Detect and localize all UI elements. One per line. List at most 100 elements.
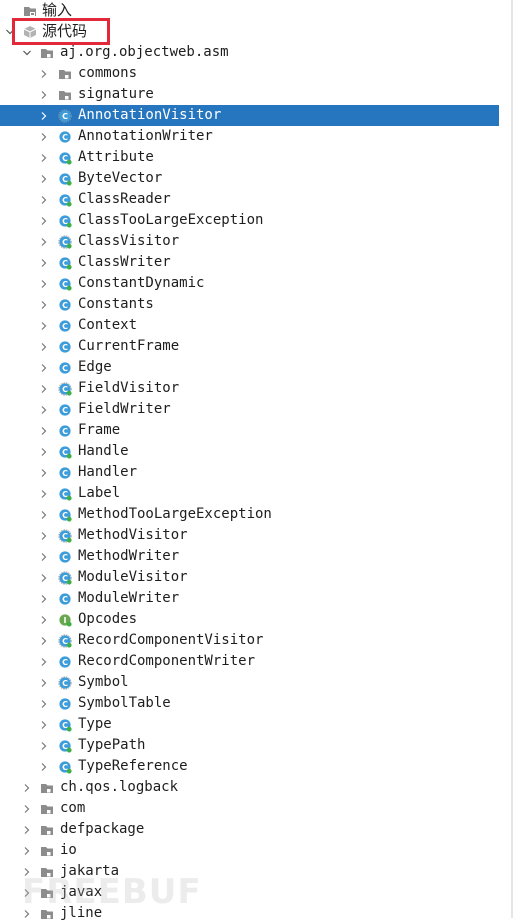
tree-node-label: io bbox=[60, 842, 77, 858]
tree-node-class[interactable]: C Symbol bbox=[0, 672, 499, 693]
tree-node-label: aj.org.objectweb.asm bbox=[60, 44, 229, 60]
chevron-right-icon[interactable] bbox=[38, 651, 50, 672]
tree-node-class[interactable]: C Constants bbox=[0, 294, 499, 315]
tree-node-subpackage[interactable]: commons bbox=[0, 63, 499, 84]
tree-node-class[interactable]: C ModuleVisitor bbox=[0, 567, 499, 588]
chevron-right-icon[interactable] bbox=[38, 126, 50, 147]
chevron-right-icon[interactable] bbox=[38, 462, 50, 483]
tree-node-class[interactable]: C ConstantDynamic bbox=[0, 273, 499, 294]
tree-node-label: AnnotationWriter bbox=[78, 128, 213, 144]
tree-node-class[interactable]: C ByteVector bbox=[0, 168, 499, 189]
tree-node-class[interactable]: C MethodWriter bbox=[0, 546, 499, 567]
chevron-right-icon[interactable] bbox=[21, 819, 33, 840]
tree-node-class[interactable]: C ClassTooLargeException bbox=[0, 210, 499, 231]
svg-text:C: C bbox=[62, 406, 68, 415]
chevron-right-icon[interactable] bbox=[38, 378, 50, 399]
chevron-right-icon[interactable] bbox=[21, 777, 33, 798]
tree-node-class[interactable]: C Context bbox=[0, 315, 499, 336]
chevron-right-icon[interactable] bbox=[38, 504, 50, 525]
package-folder-icon bbox=[39, 840, 55, 861]
tree-node-class[interactable]: C TypeReference bbox=[0, 756, 499, 777]
chevron-right-icon[interactable] bbox=[38, 567, 50, 588]
tree-node-class[interactable]: C AnnotationWriter bbox=[0, 126, 499, 147]
tree-node-class[interactable]: C SymbolTable bbox=[0, 693, 499, 714]
chevron-right-icon[interactable] bbox=[38, 252, 50, 273]
tree-node-class[interactable]: C Label bbox=[0, 483, 499, 504]
tree-node-class[interactable]: C MethodVisitor bbox=[0, 525, 499, 546]
chevron-right-icon[interactable] bbox=[38, 189, 50, 210]
chevron-right-icon[interactable] bbox=[38, 336, 50, 357]
tree-node-class[interactable]: C Frame bbox=[0, 420, 499, 441]
tree-node-label: Attribute bbox=[78, 149, 154, 165]
tree-node-label: TypePath bbox=[78, 737, 146, 753]
chevron-right-icon[interactable] bbox=[38, 357, 50, 378]
chevron-right-icon[interactable] bbox=[38, 84, 50, 105]
chevron-right-icon[interactable] bbox=[38, 420, 50, 441]
tree-node-class[interactable]: C ClassWriter bbox=[0, 252, 499, 273]
tree-node-label: FieldWriter bbox=[78, 401, 171, 417]
class-icon: C bbox=[57, 168, 73, 189]
tree-node-package[interactable]: ch.qos.logback bbox=[0, 777, 499, 798]
chevron-right-icon[interactable] bbox=[38, 546, 50, 567]
tree-node-class[interactable]: C FieldVisitor bbox=[0, 378, 499, 399]
svg-text:C: C bbox=[62, 322, 68, 331]
chevron-right-icon[interactable] bbox=[21, 798, 33, 819]
chevron-right-icon[interactable] bbox=[38, 714, 50, 735]
class-icon: C bbox=[57, 504, 73, 525]
chevron-right-icon[interactable] bbox=[38, 672, 50, 693]
tree-node-label: ClassTooLargeException bbox=[78, 212, 264, 228]
tree-node-class[interactable]: C Attribute bbox=[0, 147, 499, 168]
chevron-right-icon[interactable] bbox=[38, 735, 50, 756]
tree-node-class[interactable]: C FieldWriter bbox=[0, 399, 499, 420]
chevron-right-icon[interactable] bbox=[38, 231, 50, 252]
tree-node-label: Constants bbox=[78, 296, 154, 312]
chevron-right-icon[interactable] bbox=[38, 483, 50, 504]
chevron-right-icon[interactable] bbox=[38, 147, 50, 168]
tree-node-class[interactable]: C AnnotationVisitor bbox=[0, 105, 499, 126]
abstract-class-icon: C bbox=[57, 378, 73, 399]
tree-node-package[interactable]: defpackage bbox=[0, 819, 499, 840]
tree-node-subpackage[interactable]: signature bbox=[0, 84, 499, 105]
chevron-right-icon[interactable] bbox=[38, 588, 50, 609]
chevron-right-icon[interactable] bbox=[38, 756, 50, 777]
tree-node-class[interactable]: C MethodTooLargeException bbox=[0, 504, 499, 525]
tree-node-class[interactable]: C Type bbox=[0, 714, 499, 735]
chevron-right-icon[interactable] bbox=[21, 840, 33, 861]
tree-node-class[interactable]: C ModuleWriter bbox=[0, 588, 499, 609]
tree-node-class[interactable]: C Handle bbox=[0, 441, 499, 462]
svg-text:C: C bbox=[62, 301, 68, 310]
class-icon: C bbox=[57, 420, 73, 441]
chevron-right-icon[interactable] bbox=[38, 168, 50, 189]
svg-text:I: I bbox=[64, 616, 67, 625]
svg-text:C: C bbox=[62, 700, 68, 709]
tree-node-package[interactable]: com bbox=[0, 798, 499, 819]
chevron-right-icon[interactable] bbox=[38, 609, 50, 630]
chevron-right-icon[interactable] bbox=[38, 273, 50, 294]
svg-text:C: C bbox=[62, 679, 68, 688]
chevron-right-icon[interactable] bbox=[38, 63, 50, 84]
chevron-right-icon[interactable] bbox=[38, 210, 50, 231]
chevron-right-icon[interactable] bbox=[38, 525, 50, 546]
chevron-down-icon[interactable] bbox=[21, 42, 33, 63]
chevron-right-icon[interactable] bbox=[38, 294, 50, 315]
tree-node-class[interactable]: C CurrentFrame bbox=[0, 336, 499, 357]
tree-node-class[interactable]: C RecordComponentVisitor bbox=[0, 630, 499, 651]
tree-node-class[interactable]: C ClassReader bbox=[0, 189, 499, 210]
chevron-right-icon[interactable] bbox=[38, 399, 50, 420]
tree-node-class[interactable]: C Handler bbox=[0, 462, 499, 483]
tree-node-package[interactable]: io bbox=[0, 840, 499, 861]
abstract-class-icon: C bbox=[57, 672, 73, 693]
tree-node-class[interactable]: I Opcodes bbox=[0, 609, 499, 630]
chevron-right-icon[interactable] bbox=[38, 441, 50, 462]
chevron-right-icon[interactable] bbox=[38, 630, 50, 651]
annotation-highlight-box bbox=[12, 18, 110, 45]
chevron-right-icon[interactable] bbox=[38, 315, 50, 336]
tree-node-root-package[interactable]: aj.org.objectweb.asm bbox=[0, 42, 499, 63]
tree-node-class[interactable]: C RecordComponentWriter bbox=[0, 651, 499, 672]
chevron-right-icon[interactable] bbox=[38, 693, 50, 714]
tree-node-label: ClassVisitor bbox=[78, 233, 180, 249]
tree-node-class[interactable]: C Edge bbox=[0, 357, 499, 378]
chevron-right-icon[interactable] bbox=[38, 105, 50, 126]
tree-node-class[interactable]: C TypePath bbox=[0, 735, 499, 756]
tree-node-class[interactable]: C ClassVisitor bbox=[0, 231, 499, 252]
